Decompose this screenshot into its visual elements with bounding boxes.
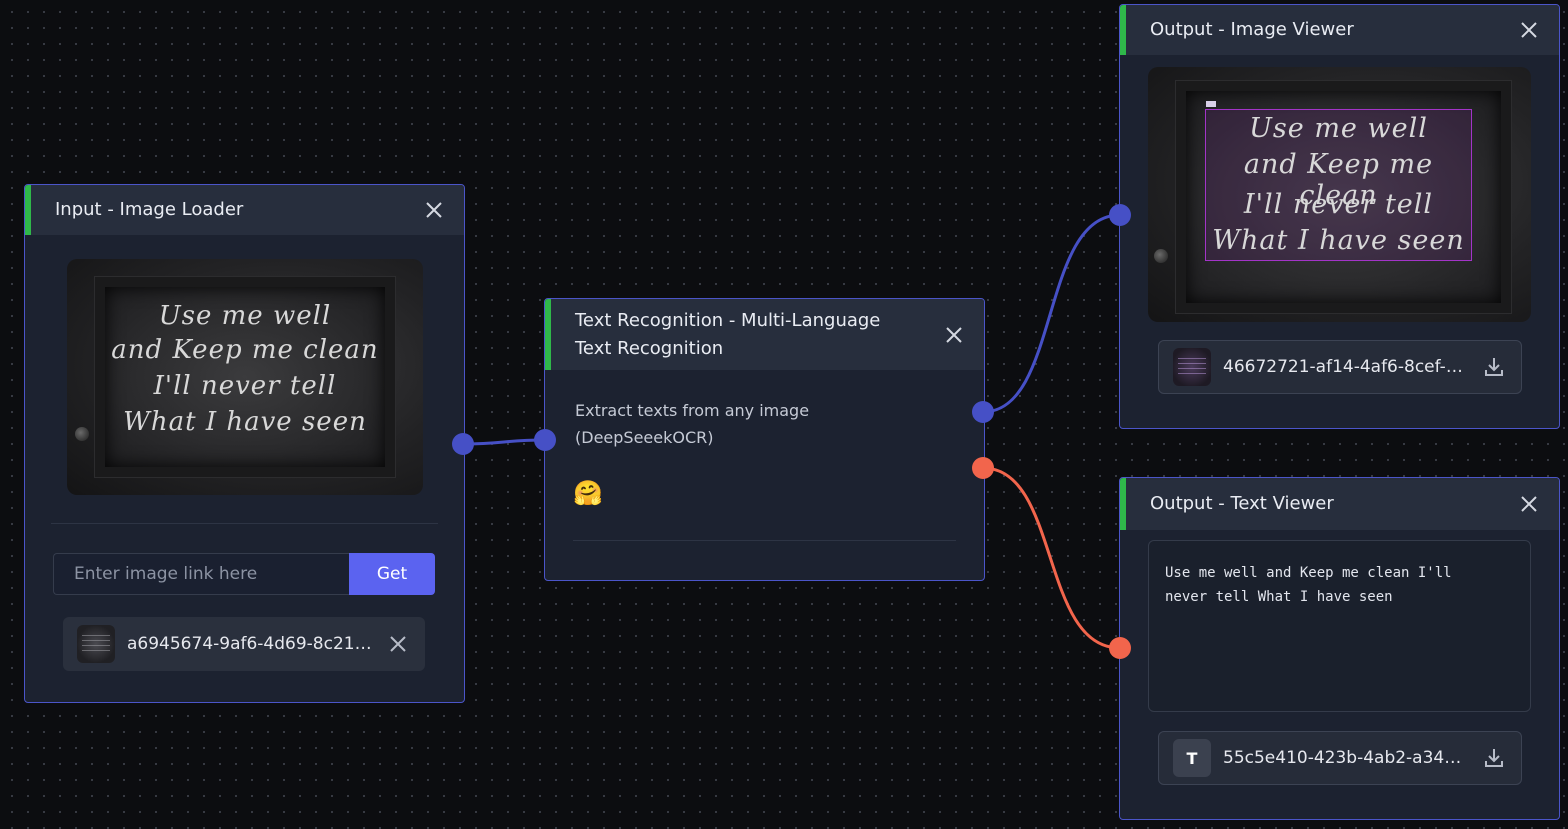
text-file-icon: T	[1173, 739, 1211, 777]
ocr-box-label	[1206, 101, 1216, 107]
node-title: Output - Image Viewer	[1150, 19, 1354, 40]
text-recognition-node[interactable]: Text Recognition - Multi-Language Text R…	[544, 298, 985, 581]
wire-image-loader-to-text-recognition	[462, 438, 546, 446]
text-recognition-image-output-port[interactable]	[972, 401, 994, 423]
board-line: Use me well	[158, 301, 332, 331]
image-viewer-header[interactable]: Output - Image Viewer	[1120, 5, 1559, 55]
wire-text-recognition-to-text-viewer	[982, 466, 1121, 650]
text-output-line: never tell What I have seen	[1165, 589, 1393, 605]
image-url-input[interactable]	[53, 553, 349, 595]
board-line: Use me well	[1249, 113, 1428, 144]
text-recognition-text-output-port[interactable]	[972, 457, 994, 479]
divider	[573, 540, 956, 541]
text-viewer-header[interactable]: Output - Text Viewer	[1120, 478, 1559, 530]
close-icon[interactable]	[944, 325, 964, 345]
description-line: (DeepSeeekOCR)	[575, 428, 714, 447]
node-title-line: Text Recognition - Multi-Language	[575, 309, 881, 331]
annotated-image-preview: Use me well and Keep me clean I'll never…	[1148, 67, 1531, 322]
wire-text-recognition-to-image-viewer	[982, 213, 1121, 414]
node-description: Extract texts from any image (DeepSeeekO…	[575, 397, 809, 451]
file-name: 46672721-af14-4af6-8cef-2...	[1223, 357, 1471, 377]
loaded-image-preview: Use me well and Keep me clean I'll never…	[67, 259, 423, 495]
board-line: What I have seen	[123, 407, 367, 437]
close-icon[interactable]	[1519, 20, 1539, 40]
node-title: Output - Text Viewer	[1150, 493, 1334, 514]
text-recognition-header[interactable]: Text Recognition - Multi-Language Text R…	[545, 299, 984, 370]
board-line: What I have seen	[1212, 225, 1465, 256]
text-viewer-node[interactable]: Output - Text Viewer Use me well and Kee…	[1119, 477, 1560, 820]
remove-file-icon[interactable]	[385, 631, 411, 657]
divider	[51, 523, 438, 524]
file-name: a6945674-9af6-4d69-8c21-...	[127, 634, 375, 654]
output-text-file-chip: T 55c5e410-423b-4ab2-a343-...	[1158, 731, 1522, 785]
board-line: I'll never tell	[1243, 189, 1434, 220]
image-loader-output-port[interactable]	[452, 433, 474, 455]
board-line: I'll never tell	[153, 371, 337, 401]
output-image-file-chip: 46672721-af14-4af6-8cef-2...	[1158, 340, 1522, 394]
description-line: Extract texts from any image	[575, 401, 810, 420]
text-output-line: Use me well and Keep me clean I'll	[1165, 565, 1452, 581]
image-loader-header[interactable]: Input - Image Loader	[25, 185, 464, 235]
download-icon[interactable]	[1481, 354, 1507, 380]
close-icon[interactable]	[424, 200, 444, 220]
node-title: Input - Image Loader	[55, 199, 244, 220]
text-recognition-input-port[interactable]	[534, 429, 556, 451]
file-thumbnail	[1173, 348, 1211, 386]
node-title-line: Text Recognition	[575, 337, 724, 359]
file-thumbnail	[77, 625, 115, 663]
text-viewer-input-port[interactable]	[1109, 637, 1131, 659]
board-line: and Keep me clean	[111, 335, 379, 365]
download-icon[interactable]	[1481, 745, 1507, 771]
image-viewer-node[interactable]: Output - Image Viewer Use me well and Ke…	[1119, 4, 1560, 429]
recognized-text-output[interactable]: Use me well and Keep me clean I'll never…	[1148, 540, 1531, 712]
close-icon[interactable]	[1519, 494, 1539, 514]
loaded-file-chip: a6945674-9af6-4d69-8c21-...	[63, 617, 425, 671]
image-url-row: Get	[53, 553, 435, 595]
hugging-face-icon: 🤗	[573, 479, 603, 507]
file-name: 55c5e410-423b-4ab2-a343-...	[1223, 748, 1471, 768]
image-viewer-input-port[interactable]	[1109, 204, 1131, 226]
get-button[interactable]: Get	[349, 553, 435, 595]
image-loader-node[interactable]: Input - Image Loader Use me well and Kee…	[24, 184, 465, 703]
